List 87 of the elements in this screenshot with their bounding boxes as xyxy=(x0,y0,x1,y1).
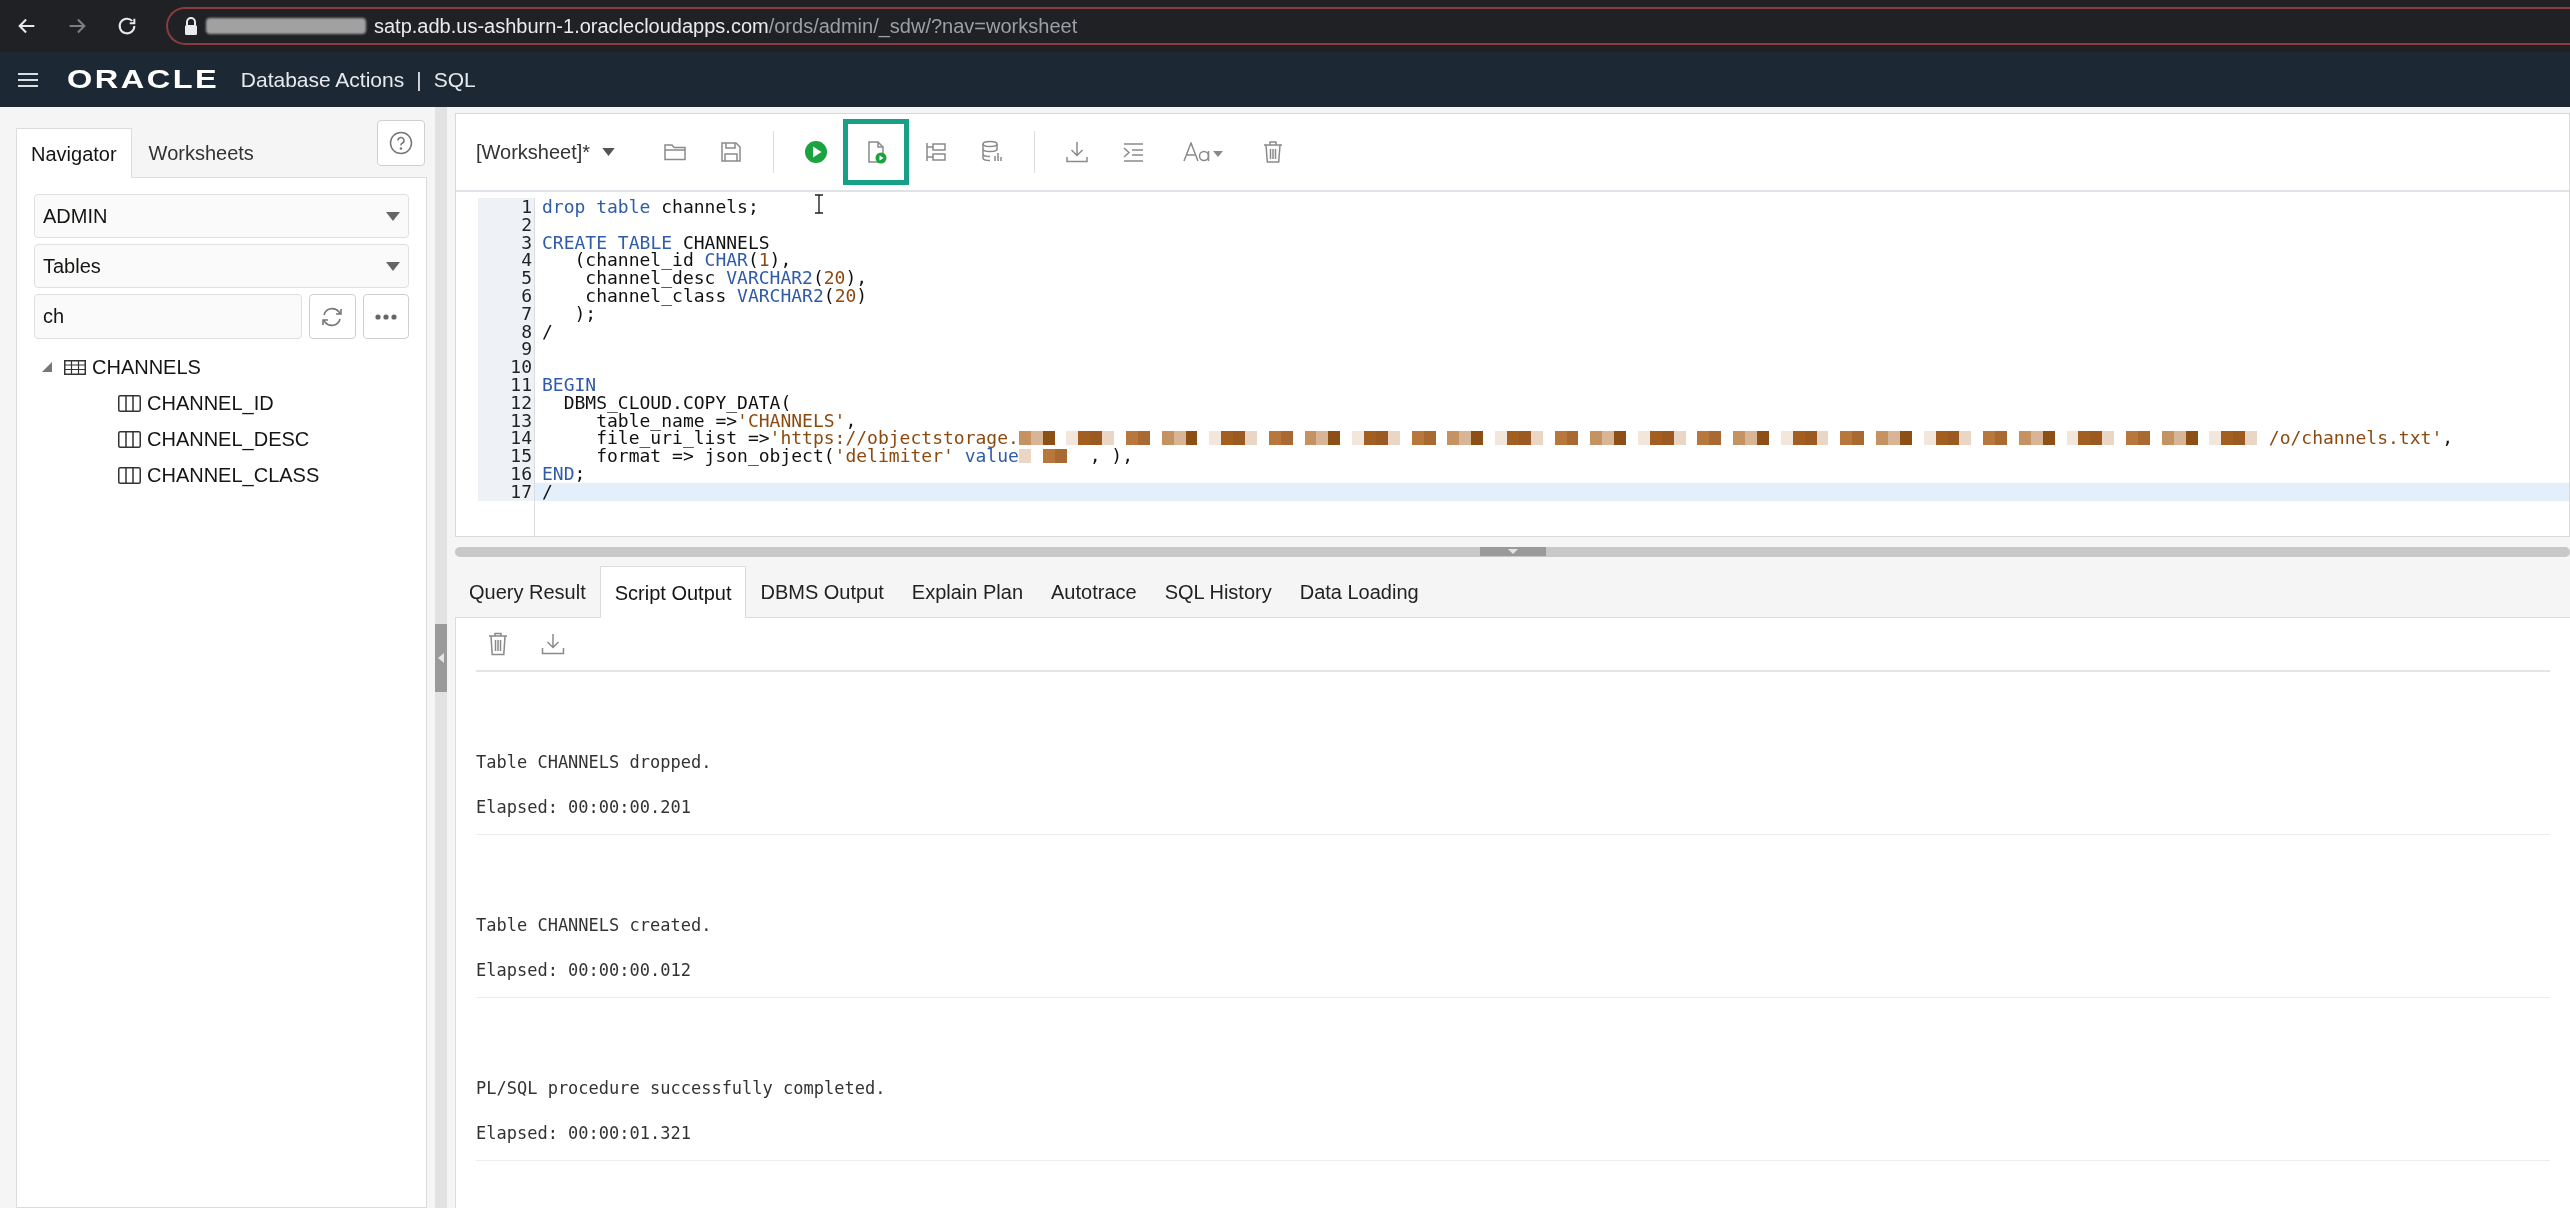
font-icon xyxy=(1183,142,1224,162)
tree-item[interactable]: CHANNEL_DESC xyxy=(147,424,310,454)
object-type-value: Tables xyxy=(43,254,101,279)
caret-icon xyxy=(386,211,400,221)
output-tab[interactable]: Autotrace xyxy=(1037,566,1151,618)
save-icon xyxy=(719,140,744,164)
code-line: format => json_object('delimiter' value , ), xyxy=(534,447,1134,465)
column-icon xyxy=(118,466,141,484)
url-text: satp.adb.us-ashburn-1.oraclecloudapps.com/ords/admin/_sdw/?nav=worksheet xyxy=(374,14,1078,40)
splitter-handle[interactable] xyxy=(1479,547,1546,556)
output-tab[interactable]: Data Loading xyxy=(1285,566,1433,618)
horizontal-splitter[interactable] xyxy=(455,547,2570,557)
more-button[interactable] xyxy=(363,294,409,339)
tree-item[interactable]: CHANNEL_ID xyxy=(147,388,274,418)
refresh-button[interactable] xyxy=(309,294,356,339)
output-message: Table CHANNELS dropped. xyxy=(476,751,713,774)
download-button[interactable] xyxy=(541,633,565,655)
line-number: 4 xyxy=(478,251,534,270)
line-number: 10 xyxy=(478,358,534,376)
elapsed-time: Elapsed: 00:00:00.012 xyxy=(476,958,692,982)
navigator-tab[interactable]: Navigator xyxy=(16,128,132,178)
line-number: 1 xyxy=(478,198,534,216)
code-line: ); xyxy=(534,304,597,323)
download-icon xyxy=(541,633,565,655)
schema-value: ADMIN xyxy=(43,204,108,229)
run-icon xyxy=(804,140,829,164)
collapse-handle[interactable] xyxy=(435,623,447,692)
output-tab[interactable]: Query Result xyxy=(455,566,600,618)
object-type-select[interactable]: Tables xyxy=(34,244,409,288)
tree-item[interactable]: CHANNEL_CLASS xyxy=(147,460,320,490)
code-line: file_uri_list =>'https://objectstorage. /o/channels.txt', xyxy=(534,429,2454,448)
reload-icon[interactable] xyxy=(116,15,138,37)
collapse-icon xyxy=(438,652,444,663)
column-icon xyxy=(118,430,141,448)
output-message: Table CHANNELS created. xyxy=(476,914,713,937)
column-icon xyxy=(118,394,141,412)
line-number: 5 xyxy=(478,269,534,287)
line-number: 14 xyxy=(478,429,534,448)
output-message: PL/SQL procedure successfully completed. xyxy=(476,1077,887,1100)
text-cursor-icon xyxy=(814,194,824,214)
trash-icon xyxy=(488,632,508,656)
product-title: Database Actions xyxy=(240,66,405,93)
code-line: channel_desc VARCHAR2(20), xyxy=(534,269,868,287)
vertical-splitter[interactable] xyxy=(435,107,447,1208)
page-title: SQL xyxy=(433,66,476,93)
output-tab[interactable]: DBMS Output xyxy=(746,566,898,618)
code-line: channel_class VARCHAR2(20) xyxy=(534,287,868,305)
output-tab[interactable]: Script Output xyxy=(599,566,747,618)
line-number: 15 xyxy=(478,447,534,465)
line-number: 9 xyxy=(478,340,534,359)
menu-icon[interactable] xyxy=(18,71,38,88)
code-line: DBMS_CLOUD.COPY_DATA( xyxy=(534,393,792,412)
code-line: BEGIN xyxy=(534,375,597,394)
code-line: table_name =>'CHANNELS', xyxy=(534,411,857,430)
logo-text: ORACLE xyxy=(67,63,220,96)
title-separator: | xyxy=(416,66,422,93)
help-button[interactable] xyxy=(377,120,425,166)
elapsed-time: Elapsed: 00:00:00.201 xyxy=(476,795,692,819)
code-line: drop table channels; xyxy=(534,198,759,216)
database-chart-icon xyxy=(980,140,1005,164)
expanded-icon[interactable] xyxy=(42,362,52,372)
help-icon xyxy=(389,131,413,155)
caret-icon xyxy=(386,261,400,271)
filter-field[interactable]: ch xyxy=(34,294,302,339)
table-icon xyxy=(64,359,86,375)
caret-icon xyxy=(602,148,616,156)
code-line: CREATE TABLE CHANNELS xyxy=(534,233,770,252)
collapse-icon xyxy=(1507,549,1518,554)
code-line: END; xyxy=(534,464,586,483)
output-tab[interactable]: SQL History xyxy=(1150,566,1286,618)
tree-diagram-icon xyxy=(924,140,949,164)
worksheet-dropdown[interactable]: [Worksheet]* xyxy=(476,137,616,167)
lock-icon xyxy=(184,17,198,35)
tree-item[interactable]: CHANNELS xyxy=(92,352,201,382)
clear-output-button[interactable] xyxy=(488,632,508,656)
code-line: (channel_id CHAR(1), xyxy=(534,251,792,270)
more-icon xyxy=(375,313,397,320)
indent-icon xyxy=(1121,140,1146,164)
refresh-icon xyxy=(320,305,345,328)
output-tab[interactable]: Explain Plan xyxy=(897,566,1037,618)
download-icon xyxy=(1065,140,1090,164)
elapsed-time: Elapsed: 00:00:01.321 xyxy=(476,1121,692,1145)
navigator-tab[interactable]: Worksheets xyxy=(131,128,271,178)
schema-select[interactable]: ADMIN xyxy=(34,194,409,238)
code-line: / xyxy=(534,482,553,501)
code-line: / xyxy=(534,322,553,341)
address-bar[interactable]: satp.adb.us-ashburn-1.oraclecloudapps.com/ords/admin/_sdw/?nav=worksheet xyxy=(166,7,2570,45)
